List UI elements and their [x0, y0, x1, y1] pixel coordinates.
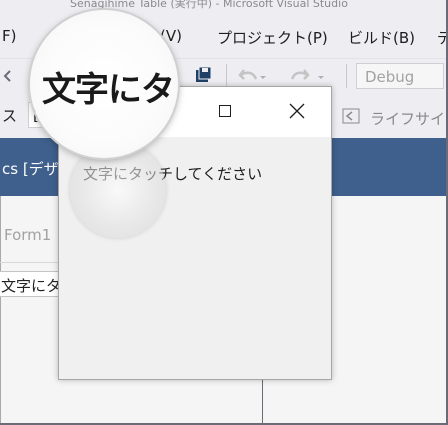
- window-title: Senagihime Table (実行中) - Microsoft Visua…: [70, 0, 348, 10]
- grid-cell-text: 文字にタ: [1, 277, 62, 295]
- configuration-value: Debug: [365, 68, 415, 86]
- configuration-dropdown[interactable]: Debug: [356, 63, 444, 89]
- grid-cell[interactable]: 文字にタ: [0, 271, 62, 297]
- magnifier-lens: 文字にタッ: [30, 10, 178, 158]
- toolbar2-label: ス: [2, 107, 18, 125]
- toolbar-separator: [346, 64, 347, 88]
- magnified-text: 文字にタッ: [42, 70, 178, 110]
- lifecycle-icon[interactable]: [342, 108, 360, 124]
- redo-icon[interactable]: [290, 65, 330, 87]
- lifecycle-label[interactable]: ライフサイク: [370, 108, 448, 129]
- save-all-icon[interactable]: [192, 64, 214, 86]
- menu-project[interactable]: プロジェクト(P): [217, 27, 328, 48]
- menu-file[interactable]: F): [2, 27, 16, 45]
- maximize-icon: [219, 105, 231, 117]
- back-icon[interactable]: [2, 69, 12, 83]
- close-icon: [289, 103, 305, 119]
- menu-build[interactable]: ビルド(B): [348, 27, 415, 48]
- maximize-button[interactable]: [213, 99, 237, 123]
- splitter[interactable]: [262, 376, 263, 425]
- undo-icon[interactable]: [236, 65, 266, 87]
- window-title-bar: Senagihime Table (実行中) - Microsoft Visua…: [0, 0, 448, 14]
- close-button[interactable]: [285, 99, 309, 123]
- toolbar-separator: [226, 64, 227, 88]
- tab-designer[interactable]: cs [デザイ: [0, 138, 74, 196]
- form-title-divider: [0, 262, 58, 263]
- form-title-label: Form1: [4, 226, 52, 244]
